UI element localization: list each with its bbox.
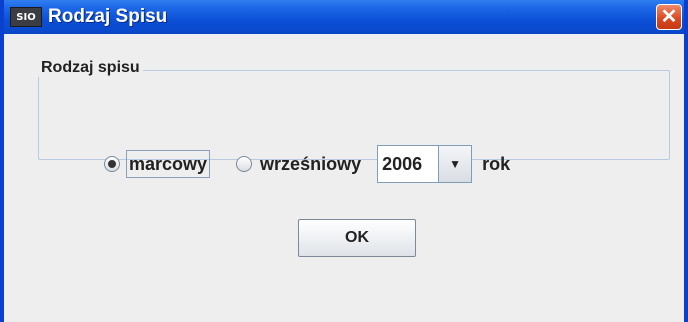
radio-wrzesniowy[interactable] <box>236 156 253 172</box>
radio-label-marcowy[interactable]: marcowy <box>126 150 211 178</box>
census-options-row: marcowy wrześniowy 2006 ▼ rok <box>104 144 510 184</box>
year-suffix-label: rok <box>482 153 511 174</box>
dialog-window: SIO Rodzaj Spisu ✕ Rodzaj spisu marcowy … <box>0 0 688 322</box>
year-select-value: 2006 <box>382 153 423 174</box>
close-button[interactable]: ✕ <box>656 4 682 30</box>
year-select[interactable]: 2006 ▼ <box>377 145 473 183</box>
app-icon: SIO <box>10 7 42 27</box>
window-title: Rodzaj Spisu <box>48 6 168 27</box>
radio-marcowy[interactable] <box>104 156 120 172</box>
radio-selected-dot <box>108 160 116 168</box>
chevron-down-icon: ▼ <box>449 157 462 171</box>
title-bar[interactable]: SIO Rodzaj Spisu ✕ <box>4 0 684 34</box>
group-legend: Rodzaj spisu <box>38 59 143 77</box>
ok-button[interactable]: OK <box>298 219 416 257</box>
radio-label-wrzesniowy[interactable]: wrześniowy <box>258 151 363 177</box>
close-icon: ✕ <box>660 6 678 28</box>
year-select-arrow-button[interactable]: ▼ <box>438 146 472 182</box>
